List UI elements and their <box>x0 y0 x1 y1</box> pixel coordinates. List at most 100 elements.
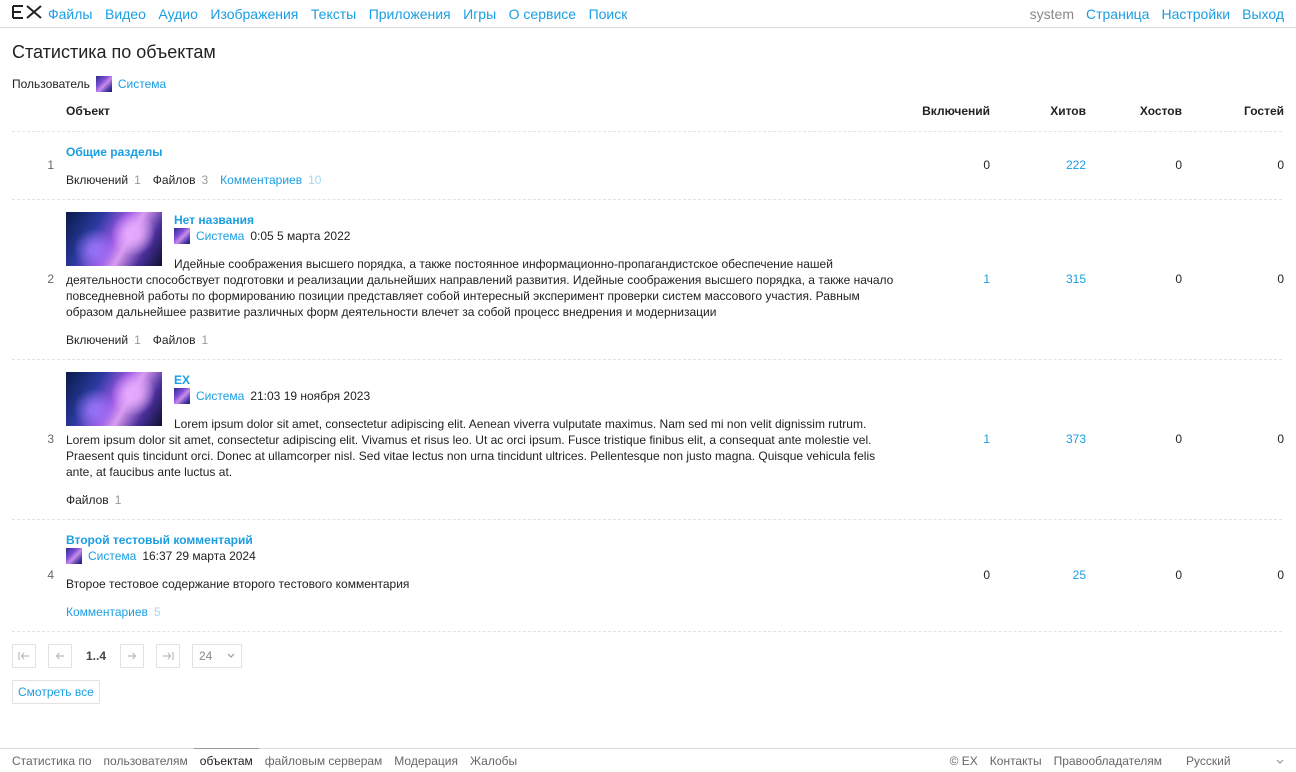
footer: Статистика по пользователям объектам фай… <box>0 748 1296 772</box>
pager: 1..4 24 <box>12 644 242 668</box>
inclusions-value[interactable]: 1 <box>930 272 990 286</box>
object-meta: Система 16:37 29 марта 2024 <box>66 548 256 564</box>
nav-audio[interactable]: Аудио <box>158 6 198 22</box>
nav-texts[interactable]: Тексты <box>311 6 356 22</box>
col-object[interactable]: Объект <box>66 104 110 118</box>
stat-files[interactable]: Файлов 1 <box>66 492 121 508</box>
page-range: 1..4 <box>85 649 106 663</box>
guests-value: 0 <box>1277 432 1284 446</box>
user-filter-label: Пользователь <box>12 77 90 91</box>
tab-complaints[interactable]: Жалобы <box>470 753 517 769</box>
nav-files[interactable]: Файлы <box>48 6 92 22</box>
hosts-value: 0 <box>1175 432 1182 446</box>
arrow-right-icon <box>128 652 137 660</box>
user-filter: Пользователь Система <box>12 76 166 92</box>
stat-inclusions[interactable]: Включений 1 <box>66 172 141 188</box>
stat-files[interactable]: Файлов 3 <box>153 172 208 188</box>
nav-video[interactable]: Видео <box>105 6 146 22</box>
last-page-icon <box>163 652 174 660</box>
object-stats: Комментариев 5 <box>66 604 173 620</box>
object-meta: Система 0:05 5 марта 2022 <box>174 228 350 244</box>
stat-comments[interactable]: Комментариев 10 <box>220 172 321 188</box>
guests-value: 0 <box>1277 158 1284 172</box>
rightholders-link[interactable]: Правообладателям <box>1054 753 1162 769</box>
stat-inclusions[interactable]: Включений 1 <box>66 332 141 348</box>
object-title[interactable]: EX <box>174 372 190 388</box>
col-inclusions[interactable]: Включений <box>922 104 990 118</box>
footer-tabs: Статистика по пользователям объектам фай… <box>12 748 529 769</box>
object-date: 0:05 5 марта 2022 <box>250 229 351 243</box>
guests-value: 0 <box>1277 568 1284 582</box>
user-menu: system Страница Настройки Выход <box>1018 6 1284 22</box>
hits-value[interactable]: 315 <box>1026 272 1086 286</box>
page-title: Статистика по объектам <box>12 42 216 62</box>
col-guests[interactable]: Гостей <box>1244 104 1284 118</box>
nav-images[interactable]: Изображения <box>210 6 298 22</box>
author-link[interactable]: Система <box>196 388 244 404</box>
hits-value[interactable]: 373 <box>1026 432 1086 446</box>
object-stats: Включений 1 Файлов 1 <box>66 332 220 348</box>
avatar <box>174 388 190 404</box>
col-hosts[interactable]: Хостов <box>1140 104 1182 118</box>
stat-files[interactable]: Файлов 1 <box>153 332 208 348</box>
object-title[interactable]: Второй тестовый комментарий <box>66 532 253 548</box>
table-header: Объект Включений Хитов Хостов Гостей <box>12 104 1284 120</box>
object-stats: Включений 1 Файлов 3 Комментариев 10 <box>66 172 333 188</box>
chevron-down-icon <box>1276 759 1284 764</box>
nav-games[interactable]: Игры <box>463 6 496 22</box>
table-row: 3 EX Система 21:03 19 ноября 2023 Lorem … <box>12 360 1284 520</box>
main-nav: Файлы Видео Аудио Изображения Тексты При… <box>48 6 640 22</box>
hits-value[interactable]: 25 <box>1026 568 1086 582</box>
guests-value: 0 <box>1277 272 1284 286</box>
contacts-link[interactable]: Контакты <box>990 753 1042 769</box>
prev-page-button[interactable] <box>48 644 72 668</box>
language-value: Русский <box>1186 754 1231 768</box>
per-page-value: 24 <box>199 649 213 663</box>
nav-about[interactable]: О сервисе <box>509 6 576 22</box>
tab-objects[interactable]: объектам <box>193 748 259 769</box>
table-row: 2 Нет названия Система 0:05 5 марта 2022… <box>12 200 1284 360</box>
nav-apps[interactable]: Приложения <box>369 6 451 22</box>
row-number: 4 <box>47 568 54 582</box>
user-filter-value[interactable]: Система <box>118 77 166 91</box>
object-title[interactable]: Нет названия <box>174 212 254 228</box>
tab-file-servers[interactable]: файловым серверам <box>265 753 383 769</box>
col-hits[interactable]: Хитов <box>1050 104 1086 118</box>
hosts-value: 0 <box>1175 568 1182 582</box>
object-description: Идейные соображения высшего порядка, а т… <box>66 257 894 319</box>
row-number: 2 <box>47 272 54 286</box>
first-page-icon <box>18 652 29 660</box>
top-bar: Файлы Видео Аудио Изображения Тексты При… <box>0 0 1296 28</box>
next-page-button[interactable] <box>120 644 144 668</box>
language-select[interactable]: Русский <box>1174 753 1284 769</box>
logout-link[interactable]: Выход <box>1242 6 1284 22</box>
divider <box>12 631 1282 632</box>
show-all-button[interactable]: Смотреть все <box>12 680 100 704</box>
last-page-button[interactable] <box>156 644 180 668</box>
hits-value[interactable]: 222 <box>1026 158 1086 172</box>
object-meta: Система 21:03 19 ноября 2023 <box>174 388 370 404</box>
chevron-down-icon <box>227 653 235 658</box>
copyright: © EX <box>949 754 978 768</box>
inclusions-value[interactable]: 1 <box>930 432 990 446</box>
logo[interactable] <box>12 4 42 20</box>
per-page-select[interactable]: 24 <box>192 644 242 668</box>
arrow-left-icon <box>55 652 64 660</box>
nav-search[interactable]: Поиск <box>589 6 628 22</box>
object-title[interactable]: Общие разделы <box>66 144 163 160</box>
author-link[interactable]: Система <box>88 548 136 564</box>
tab-statistics[interactable]: Статистика по <box>12 753 92 769</box>
tab-moderation[interactable]: Модерация <box>394 753 458 769</box>
page-link[interactable]: Страница <box>1086 6 1149 22</box>
object-date: 21:03 19 ноября 2023 <box>250 389 371 403</box>
tab-users[interactable]: пользователям <box>104 753 188 769</box>
current-user: system <box>1029 6 1074 22</box>
settings-link[interactable]: Настройки <box>1161 6 1230 22</box>
inclusions-value: 0 <box>983 568 990 582</box>
author-link[interactable]: Система <box>196 228 244 244</box>
stat-comments[interactable]: Комментариев 5 <box>66 604 161 620</box>
row-number: 1 <box>47 158 54 172</box>
footer-links: © EX Контакты Правообладателям Русский <box>938 753 1284 769</box>
hosts-value: 0 <box>1175 158 1182 172</box>
first-page-button[interactable] <box>12 644 36 668</box>
